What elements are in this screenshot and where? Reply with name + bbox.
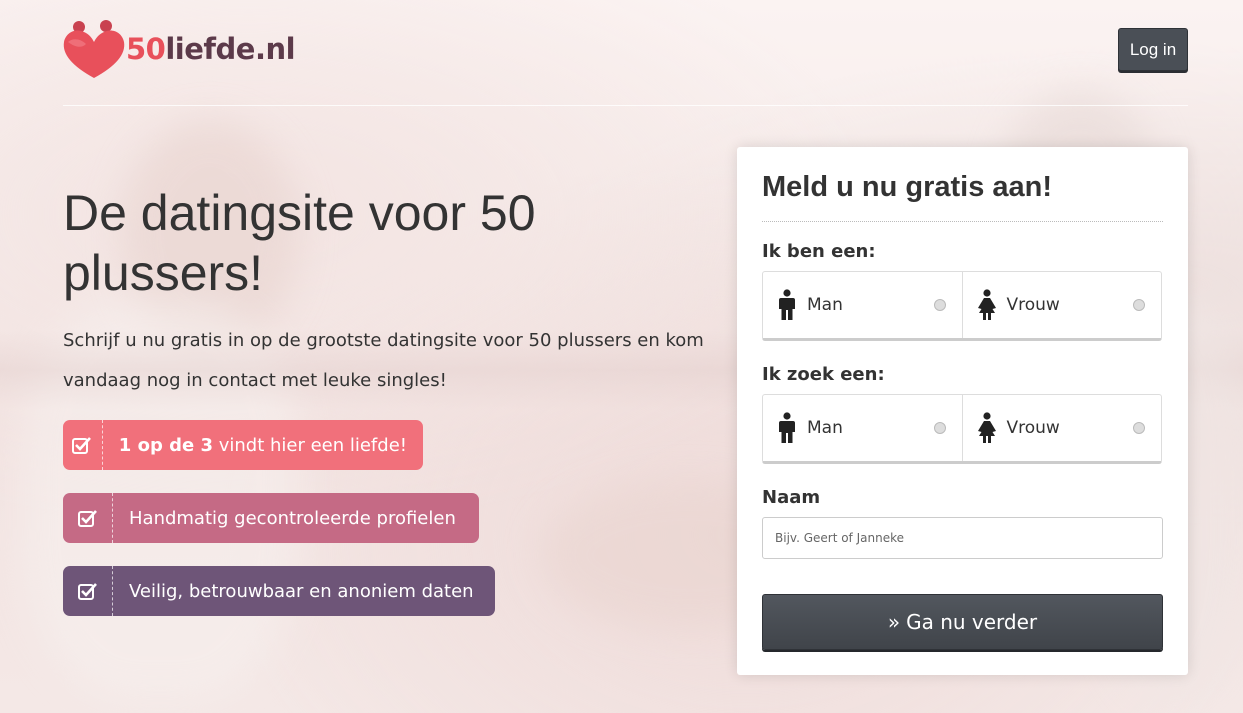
page-title: De datingsite voor 50 plussers! <box>63 185 536 301</box>
feature-badge-verified: Handmatig gecontroleerde profielen <box>63 493 479 543</box>
radio-button[interactable] <box>933 299 946 311</box>
signup-form-card: Meld u nu gratis aan! Ik ben een: Man Vr… <box>737 147 1188 675</box>
gender-option-woman[interactable]: Vrouw <box>961 272 1162 338</box>
option-label: Man <box>807 295 843 315</box>
seeking-option-man[interactable]: Man <box>763 395 962 461</box>
gender-choice-group: Man Vrouw <box>762 271 1162 341</box>
seeking-label: Ik zoek een: <box>762 364 885 385</box>
checkbox-check-icon <box>63 566 113 616</box>
page-subtitle: Schrijf u nu gratis in op de grootste da… <box>63 330 704 391</box>
feature-badge-love: 1 op de 3 vindt hier een liefde! <box>63 420 423 470</box>
continue-button-label: Ga nu verder <box>906 610 1038 634</box>
hearts-logo-icon <box>62 18 126 80</box>
header-divider <box>63 105 1188 106</box>
gender-option-man[interactable]: Man <box>763 272 962 338</box>
option-label: Vrouw <box>1006 418 1060 438</box>
login-button[interactable]: Log in <box>1118 28 1188 71</box>
checkbox-check-icon <box>63 420 103 470</box>
logo-text: 50liefde.nl <box>126 32 296 66</box>
feature-badge-safe: Veilig, betrouwbaar en anoniem daten <box>63 566 495 616</box>
gender-label: Ik ben een: <box>762 241 876 262</box>
form-title-divider <box>762 221 1163 222</box>
radio-button[interactable] <box>933 422 946 434</box>
feature-text: 1 op de 3 vindt hier een liefde! <box>118 434 407 456</box>
option-label: Man <box>807 418 843 438</box>
continue-button[interactable]: » Ga nu verder <box>762 594 1163 650</box>
man-icon <box>779 412 795 443</box>
woman-icon <box>977 412 996 443</box>
option-label: Vrouw <box>1006 295 1060 315</box>
radio-button[interactable] <box>1133 299 1145 311</box>
seeking-option-woman[interactable]: Vrouw <box>961 395 1162 461</box>
double-chevron-right-icon: » <box>887 610 901 634</box>
form-title: Meld u nu gratis aan! <box>762 171 1053 203</box>
name-input[interactable] <box>762 517 1163 559</box>
feature-text: Veilig, betrouwbaar en anoniem daten <box>129 580 474 602</box>
name-label: Naam <box>762 487 821 508</box>
man-icon <box>779 289 795 320</box>
checkbox-check-icon <box>63 493 113 543</box>
woman-icon <box>977 289 996 320</box>
site-logo[interactable]: 50liefde.nl <box>62 18 296 80</box>
radio-button[interactable] <box>1133 422 1145 434</box>
feature-text: Handmatig gecontroleerde profielen <box>129 507 456 529</box>
seeking-choice-group: Man Vrouw <box>762 394 1162 464</box>
